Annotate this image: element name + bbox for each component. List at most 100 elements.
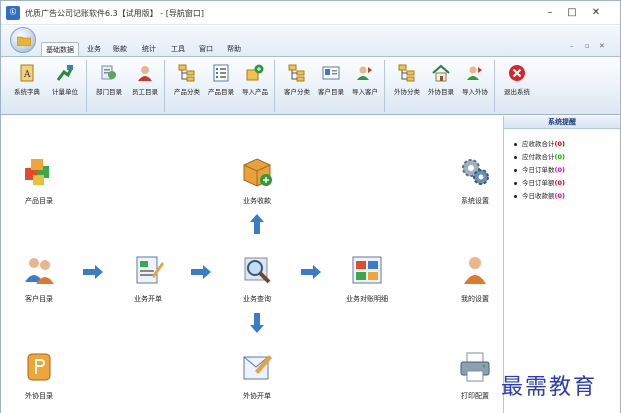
- bullet-icon: [514, 142, 517, 146]
- mdi-minimize-button[interactable]: –: [570, 42, 574, 50]
- nav-outsource-catalog[interactable]: 外协目录: [9, 351, 69, 403]
- import-outsource-button[interactable]: 导入外协: [457, 64, 493, 108]
- close-button[interactable]: ✕: [586, 5, 606, 21]
- reminder-receipts-today[interactable]: 今日收款额(0): [514, 190, 565, 200]
- tab-help[interactable]: 帮助: [223, 42, 245, 56]
- nav-customer-catalog[interactable]: 客户目录: [9, 254, 69, 306]
- import-customers-button[interactable]: 导入客户: [347, 64, 383, 108]
- nav-outsource-catalog-label: 外协目录: [25, 392, 53, 400]
- nav-outsource-order[interactable]: 外协开单: [227, 351, 287, 403]
- system-dictionary-button[interactable]: A 系统字典: [9, 64, 45, 108]
- nav-customer-catalog-label: 客户目录: [25, 295, 53, 303]
- nav-business-receipt[interactable]: 业务收款: [227, 156, 287, 208]
- product-boxes-icon: [25, 159, 49, 185]
- customers-icon: [25, 258, 54, 284]
- import-products-button[interactable]: 导入产品: [237, 64, 273, 108]
- application-menu-button[interactable]: [10, 27, 36, 53]
- outsource-order-icon: [243, 355, 272, 380]
- maximize-button[interactable]: □: [562, 5, 582, 21]
- nav-print-settings-label: 打印配置: [461, 392, 489, 400]
- outsource-icon: [27, 353, 51, 381]
- nav-business-query[interactable]: 业务查询: [227, 254, 287, 306]
- reminder-label: 今日订单额: [522, 179, 555, 187]
- gears-icon: [462, 159, 489, 185]
- department-catalog-button[interactable]: 部门目录: [91, 64, 127, 108]
- reminder-label: 应收款合计: [522, 140, 555, 148]
- measure-unit-label: 计量单位: [52, 88, 78, 96]
- folder-icon: [17, 36, 31, 46]
- order-form-icon: [136, 256, 164, 284]
- category-tree-icon: [398, 64, 415, 82]
- nav-system-settings-label: 系统设置: [461, 197, 489, 205]
- nav-business-receipt-label: 业务收款: [243, 197, 271, 205]
- ribbon-group-products: 产品分类 产品目录 导入产品: [167, 60, 275, 112]
- measure-unit-button[interactable]: 计量单位: [47, 64, 83, 108]
- reminder-order-amount-today[interactable]: 今日订单额(0): [514, 177, 565, 187]
- ribbon-tab-strip: 基础数据 业务 账款 统计 工具 窗口 帮助 – ▫ ✕: [1, 26, 620, 56]
- reminder-label: 今日收款额: [522, 192, 555, 200]
- tab-window[interactable]: 窗口: [195, 42, 217, 56]
- house-icon: [432, 64, 450, 82]
- category-tree-icon: [288, 64, 305, 82]
- reminder-payables[interactable]: 应付款合计(0): [514, 151, 565, 161]
- ribbon-group-outsource: 外协分类 外协目录 导入外协: [387, 60, 495, 112]
- nav-print-settings[interactable]: 打印配置: [445, 351, 505, 403]
- nav-business-order-label: 业务开单: [134, 295, 162, 303]
- exit-system-label: 退出系统: [504, 88, 530, 96]
- tab-statistics[interactable]: 统计: [138, 42, 160, 56]
- nav-my-settings-label: 我的设置: [461, 295, 489, 303]
- window-title: 优质广告公司记账软件6.3【试用版】 - [导航窗口]: [25, 9, 204, 18]
- exit-system-button[interactable]: 退出系统: [499, 64, 535, 108]
- reminder-receivables[interactable]: 应收款合计(0): [514, 138, 565, 148]
- import-icon: [246, 64, 264, 81]
- nav-system-settings[interactable]: 系统设置: [445, 156, 505, 208]
- department-icon: [101, 65, 116, 80]
- employee-catalog-label: 员工目录: [132, 88, 158, 96]
- customer-card-icon: [322, 66, 340, 80]
- reminder-count: (0): [554, 166, 565, 174]
- mdi-close-button[interactable]: ✕: [599, 42, 605, 50]
- bullet-icon: [514, 155, 517, 159]
- navigation-canvas: 产品目录 业务收款 系统设置 客户目录 业务开单 业务查询 业务对账明细 我的设…: [1, 116, 503, 413]
- bullet-icon: [514, 181, 517, 185]
- nav-business-query-label: 业务查询: [243, 295, 271, 303]
- import-icon: [467, 66, 482, 80]
- nav-product-catalog[interactable]: 产品目录: [9, 156, 69, 208]
- app-logo-icon: Ⓛ: [6, 6, 20, 20]
- nav-business-order[interactable]: 业务开单: [118, 254, 178, 306]
- reminder-count: (0): [554, 179, 565, 187]
- exit-icon: [509, 65, 525, 81]
- employee-catalog-button[interactable]: 员工目录: [127, 64, 163, 108]
- ribbon-group-system: A 系统字典 计量单位: [5, 60, 87, 112]
- mdi-restore-button[interactable]: ▫: [585, 42, 590, 50]
- app-window: Ⓛ 优质广告公司记账软件6.3【试用版】 - [导航窗口] – □ ✕ 基础数据…: [0, 0, 621, 413]
- printer-icon: [460, 352, 490, 382]
- dictionary-icon: A: [20, 64, 34, 82]
- reminder-label: 今日订单数: [522, 166, 555, 174]
- ribbon-group-exit: 退出系统: [497, 60, 537, 112]
- reminder-panel-title: 系统提醒: [504, 116, 620, 129]
- tab-basic-data[interactable]: 基础数据: [41, 42, 79, 56]
- tab-accounts[interactable]: 账款: [109, 42, 131, 56]
- category-tree-icon: [178, 64, 195, 82]
- ribbon-toolbar: A 系统字典 计量单位 部门目录 员工目录 产品分类 产品目录 导入产品 客户分…: [1, 56, 620, 115]
- ribbon-group-customers: 客户分类 客户目录 导入客户: [277, 60, 385, 112]
- reminder-count: (0): [554, 192, 565, 200]
- nav-business-reconcile[interactable]: 业务对账明细: [337, 254, 397, 306]
- reminder-orders-today[interactable]: 今日订单数(0): [514, 164, 565, 174]
- nav-my-settings[interactable]: 我的设置: [445, 254, 505, 306]
- minimize-button[interactable]: –: [540, 5, 560, 21]
- tab-business[interactable]: 业务: [83, 42, 105, 56]
- arrow-right-icon: [191, 265, 211, 279]
- reconcile-ledger-icon: [352, 256, 382, 284]
- receipt-box-icon: [243, 158, 272, 187]
- tab-tools[interactable]: 工具: [167, 42, 189, 56]
- svg-text:A: A: [23, 70, 31, 80]
- import-outsource-label: 导入外协: [462, 88, 488, 96]
- reminder-label: 应付款合计: [522, 153, 555, 161]
- arrow-down-icon: [250, 313, 264, 333]
- arrow-right-icon: [301, 265, 321, 279]
- unit-icon: [56, 65, 74, 81]
- user-icon: [464, 257, 486, 284]
- ribbon-group-org: 部门目录 员工目录: [89, 60, 165, 112]
